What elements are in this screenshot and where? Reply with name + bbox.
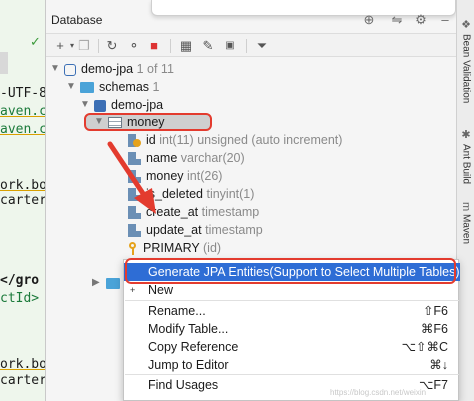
column-type: timestamp (205, 223, 263, 237)
menu-separator (125, 374, 459, 375)
gear-icon[interactable]: ⚙ (414, 13, 428, 27)
menu-shortcut: ⌘F6 (420, 322, 448, 336)
code-line: carter (0, 193, 46, 208)
column-name: name (146, 151, 178, 165)
schema-icon (94, 99, 106, 112)
schemas-count: 1 (152, 80, 160, 94)
tree-column[interactable]: id int(11) unsigned (auto increment) (128, 131, 342, 149)
refresh-icon[interactable]: ↻ (104, 38, 120, 54)
code-line: </gro (0, 273, 40, 288)
tree-key[interactable]: PRIMARY (id) (128, 239, 221, 257)
target-icon[interactable]: ⊕ (362, 13, 376, 27)
hide-icon[interactable]: – (438, 13, 452, 27)
menu-item-generate-jpa-entities[interactable]: Generate JPA Entities(Support to Select … (124, 263, 460, 281)
column-type: varchar(20) (180, 151, 245, 165)
toolbar-separator (246, 39, 247, 53)
menu-shortcut: ⌘↓ (429, 358, 448, 372)
expand-arrow-icon[interactable]: ▼ (80, 96, 90, 114)
column-icon (128, 206, 141, 220)
context-menu: Generate JPA Entities(Support to Select … (123, 259, 460, 401)
column-name: money (146, 169, 184, 183)
menu-item-rename[interactable]: Rename... ⇧F6 (124, 302, 460, 320)
table-name: money (127, 115, 165, 129)
column-name: is_deleted (146, 187, 203, 201)
column-name: create_at (146, 205, 199, 219)
ant-icon: ✱ (459, 128, 472, 141)
sync-scroll-icon[interactable]: ⇋ (390, 13, 404, 27)
column-type: int(11) unsigned (auto increment) (159, 133, 343, 147)
filter-icon[interactable]: ⏷ (254, 38, 270, 54)
schemas-label: schemas (99, 80, 150, 94)
menu-item-jump-to-editor[interactable]: Jump to Editor ⌘↓ (124, 356, 460, 374)
menu-item-modify-table[interactable]: Modify Table... ⌘F6 (124, 320, 460, 338)
tree-column[interactable]: name varchar(20) (128, 149, 245, 167)
tree-column[interactable]: create_at timestamp (128, 203, 259, 221)
panel-titlebar: Database ⊕ ⇋ ⚙ – (46, 9, 456, 31)
tree-column[interactable]: is_deleted tinyint(1) (128, 185, 254, 203)
key-name: PRIMARY (143, 241, 200, 255)
tab-ant-build[interactable]: ✱ Ant Build (457, 128, 474, 184)
expand-arrow-icon[interactable]: ▼ (94, 113, 104, 131)
code-line: ctId> (0, 291, 40, 306)
code-line: ork.bo (0, 178, 46, 193)
column-icon (128, 188, 141, 202)
column-name: update_at (146, 223, 202, 237)
datasource-icon (64, 63, 76, 76)
menu-shortcut: ⌥⇧⌘C (401, 340, 448, 354)
copy-icon[interactable]: ❐ (76, 38, 92, 54)
expand-arrow-icon[interactable]: ▼ (50, 60, 60, 78)
submenu-arrow-icon: + (130, 285, 136, 295)
tab-bean-validation[interactable]: ❖ Bean Validation (457, 18, 474, 103)
code-line: aven.c (0, 104, 46, 119)
column-type: int(26) (187, 169, 223, 183)
folder-icon (106, 278, 120, 290)
menu-separator (125, 300, 459, 301)
tab-maven[interactable]: m Maven (457, 202, 474, 244)
watermark-text: https://blog.csdn.net/weixin (330, 388, 427, 397)
folder-icon (80, 82, 94, 94)
editor-fold-marker (0, 52, 8, 74)
key-icon (128, 242, 138, 256)
table-icon (108, 117, 122, 129)
code-editor[interactable]: ✓ -UTF-8 aven.c aven.c ork.bo carter </g… (0, 0, 46, 401)
column-icon (128, 170, 141, 184)
stop-icon[interactable]: ■ (146, 38, 162, 54)
code-line: ork.bo (0, 357, 46, 372)
menu-item-copy-reference[interactable]: Copy Reference ⌥⇧⌘C (124, 338, 460, 356)
column-type: tinyint(1) (206, 187, 255, 201)
column-type: timestamp (201, 205, 260, 219)
column-icon (128, 152, 141, 166)
tree-column[interactable]: update_at timestamp (128, 221, 263, 239)
expand-arrow-icon[interactable]: ▼ (66, 78, 76, 96)
key-columns: (id) (203, 241, 222, 255)
column-icon (128, 224, 141, 238)
code-line: carter (0, 373, 46, 388)
schema-name: demo-jpa (111, 98, 164, 112)
panel-toolbar: + ▾ ❐ ↻ ⚬ ■ ▦ ✎ ▣ ⏷ (46, 33, 456, 57)
console-icon[interactable]: ▣ (222, 38, 238, 54)
code-line: aven.c (0, 122, 46, 137)
toolbar-separator (170, 39, 171, 53)
datasource-count: 1 of 11 (136, 62, 174, 76)
edit-icon[interactable]: ✎ (200, 38, 216, 54)
menu-shortcut: ⇧F6 (422, 304, 448, 318)
table-view-icon[interactable]: ▦ (178, 38, 194, 54)
toolbar-separator (98, 39, 99, 53)
key-column-icon (128, 134, 141, 148)
bean-icon: ❖ (459, 18, 472, 31)
code-line: -UTF-8 (0, 86, 46, 101)
menu-item-new[interactable]: + New (124, 281, 460, 299)
datasource-name: demo-jpa (81, 62, 134, 76)
column-name: id (146, 133, 156, 147)
maven-icon: m (460, 202, 472, 212)
schema-sync-icon[interactable]: ⚬ (126, 38, 142, 54)
panel-title: Database (51, 13, 103, 27)
collapse-arrow-icon[interactable]: ▶ (92, 274, 102, 292)
check-icon: ✓ (30, 34, 41, 49)
tree-column[interactable]: money int(26) (128, 167, 222, 185)
